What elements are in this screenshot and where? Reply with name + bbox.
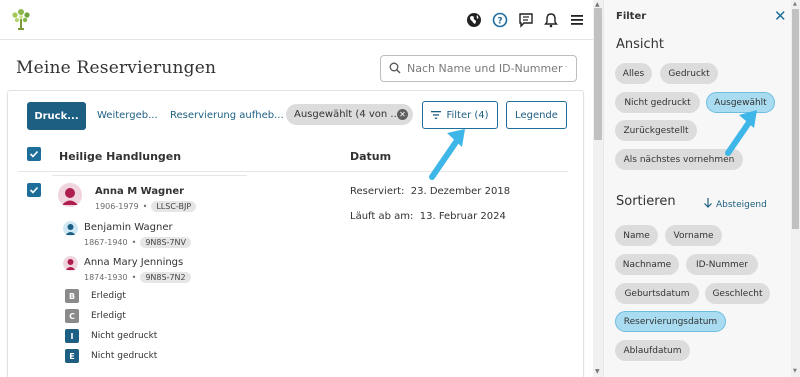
- selected-filter-chip[interactable]: Ausgewählt (4 von ... ✕: [286, 104, 413, 125]
- father-name[interactable]: Benjamin Wagner: [84, 222, 173, 233]
- svg-text:?: ?: [497, 17, 502, 27]
- scrollbar-thumb[interactable]: [594, 8, 602, 140]
- filter-panel: Filter ✕ Ansicht Alles Gedruckt Nicht ge…: [603, 0, 800, 377]
- reservations-card: Druck... Weitergeb... Reservierung aufhe…: [7, 90, 584, 377]
- mother-name[interactable]: Anna Mary Jennings: [84, 257, 183, 268]
- scroll-up-icon[interactable]: ▲: [793, 1, 797, 7]
- print-button[interactable]: Druck...: [27, 102, 86, 130]
- ordinance-status: Nicht gedruckt: [91, 351, 158, 361]
- view-chip-deferred[interactable]: Zurückgestellt: [615, 120, 697, 141]
- sort-chip-expiration-date[interactable]: Ablaufdatum: [615, 340, 690, 361]
- familysearch-logo-icon[interactable]: [10, 6, 32, 32]
- view-chip-printed[interactable]: Gedruckt: [660, 63, 718, 84]
- ordinance-endowment-badge: E: [65, 349, 79, 363]
- page-title: Meine Reservierungen: [16, 58, 217, 78]
- selected-filter-label: Ausgewählt (4 von ...: [294, 109, 400, 120]
- help-icon[interactable]: ?: [490, 10, 510, 30]
- legend-button[interactable]: Legende: [506, 101, 567, 129]
- search-icon: [389, 59, 401, 78]
- primary-person-name[interactable]: Anna M Wagner: [95, 186, 184, 197]
- name-divider: [52, 175, 247, 176]
- view-chip-next[interactable]: Als nächstes vornehmen: [615, 149, 743, 170]
- mother-id[interactable]: 9N8S-7N2: [140, 272, 191, 283]
- ordinance-baptism-badge: B: [65, 289, 79, 303]
- view-chip-all[interactable]: Alles: [615, 63, 652, 84]
- sort-chip-firstname[interactable]: Vorname: [665, 225, 722, 246]
- search-input[interactable]: [407, 62, 567, 75]
- panel-scrollbar[interactable]: ▲ ▼: [791, 0, 800, 377]
- globe-icon[interactable]: [464, 10, 484, 30]
- ordinance-status: Erledigt: [91, 311, 126, 321]
- row-checkbox[interactable]: [27, 183, 41, 197]
- sort-chip-birthdate[interactable]: Geburtsdatum: [615, 283, 699, 304]
- primary-person-id[interactable]: LLSC-BJP: [151, 201, 197, 212]
- expires-date-line: Läuft ab am: 13. Februar 2024: [350, 211, 506, 222]
- scroll-up-icon[interactable]: ▲: [595, 1, 600, 8]
- filter-button[interactable]: Filter (4): [422, 101, 498, 129]
- view-section-title: Ansicht: [616, 37, 665, 52]
- bullet: •: [131, 273, 137, 282]
- male-avatar-icon: [63, 221, 78, 236]
- sort-chip-name[interactable]: Name: [615, 225, 658, 246]
- forward-button[interactable]: Weitergeb...: [97, 110, 158, 121]
- expires-date: 13. Februar 2024: [419, 211, 506, 222]
- close-icon[interactable]: ✕: [774, 7, 787, 25]
- view-chip-not-printed[interactable]: Nicht gedruckt: [615, 92, 700, 113]
- mother-lifespan: 1874-1930: [84, 273, 128, 282]
- ordinances-column-header[interactable]: Heilige Handlungen: [59, 150, 181, 163]
- reserved-label: Reserviert:: [350, 186, 405, 197]
- ordinance-status: Nicht gedruckt: [91, 331, 158, 341]
- sort-chip-lastname[interactable]: Nachname: [615, 254, 679, 275]
- sort-chip-id[interactable]: ID-Nummer: [686, 254, 758, 275]
- sort-direction-label: Absteigend: [716, 199, 767, 210]
- expires-label: Läuft ab am:: [350, 211, 414, 222]
- ordinance-status: Erledigt: [91, 291, 126, 301]
- menu-icon[interactable]: [567, 10, 587, 30]
- primary-person-meta: 1906-1979 • LLSC-BJP: [95, 201, 197, 212]
- sort-chip-gender[interactable]: Geschlecht: [705, 283, 770, 304]
- bell-icon[interactable]: [541, 10, 561, 30]
- clear-selection-icon[interactable]: ✕: [397, 109, 408, 120]
- sort-direction-toggle[interactable]: Absteigend: [704, 198, 767, 211]
- bullet: •: [131, 238, 137, 247]
- filter-button-label: Filter (4): [446, 109, 489, 121]
- female-avatar-icon: [63, 256, 78, 271]
- sort-chip-reservation-date[interactable]: Reservierungsdatum: [615, 311, 726, 332]
- reserved-date: 23. Dezember 2018: [410, 186, 511, 197]
- sort-section-title: Sortieren: [616, 194, 676, 209]
- select-all-checkbox[interactable]: [27, 147, 41, 161]
- father-meta: 1867-1940 • 9N8S-7NV: [84, 237, 192, 248]
- father-lifespan: 1867-1940: [84, 238, 128, 247]
- scroll-down-icon[interactable]: ▼: [793, 368, 797, 374]
- mother-meta: 1874-1930 • 9N8S-7N2: [84, 272, 191, 283]
- filter-icon: [431, 111, 442, 119]
- arrow-down-icon: [704, 198, 712, 211]
- ordinance-initiatory-badge: I: [65, 329, 79, 343]
- header-divider: [18, 171, 568, 172]
- search-box[interactable]: [380, 55, 577, 82]
- filter-panel-title: Filter: [616, 11, 647, 22]
- top-header: ?: [0, 0, 593, 40]
- reserved-date-line: Reserviert: 23. Dezember 2018: [350, 186, 510, 197]
- bullet: •: [142, 202, 148, 211]
- date-column-header[interactable]: Datum: [350, 150, 391, 163]
- main-content: Meine Reservierungen Druck... Weitergeb.…: [0, 40, 593, 377]
- cancel-reservation-button[interactable]: Reservierung aufheb...: [170, 110, 284, 121]
- ordinance-confirmation-badge: C: [65, 309, 79, 323]
- female-avatar-icon: [58, 183, 82, 207]
- chat-icon[interactable]: [516, 10, 536, 30]
- primary-lifespan: 1906-1979: [95, 202, 139, 211]
- scroll-down-icon[interactable]: ▼: [595, 368, 600, 375]
- main-scrollbar[interactable]: ▲ ▼: [593, 0, 603, 377]
- view-chip-selected[interactable]: Ausgewählt: [706, 92, 775, 113]
- scrollbar-thumb[interactable]: [792, 9, 799, 229]
- father-id[interactable]: 9N8S-7NV: [140, 237, 192, 248]
